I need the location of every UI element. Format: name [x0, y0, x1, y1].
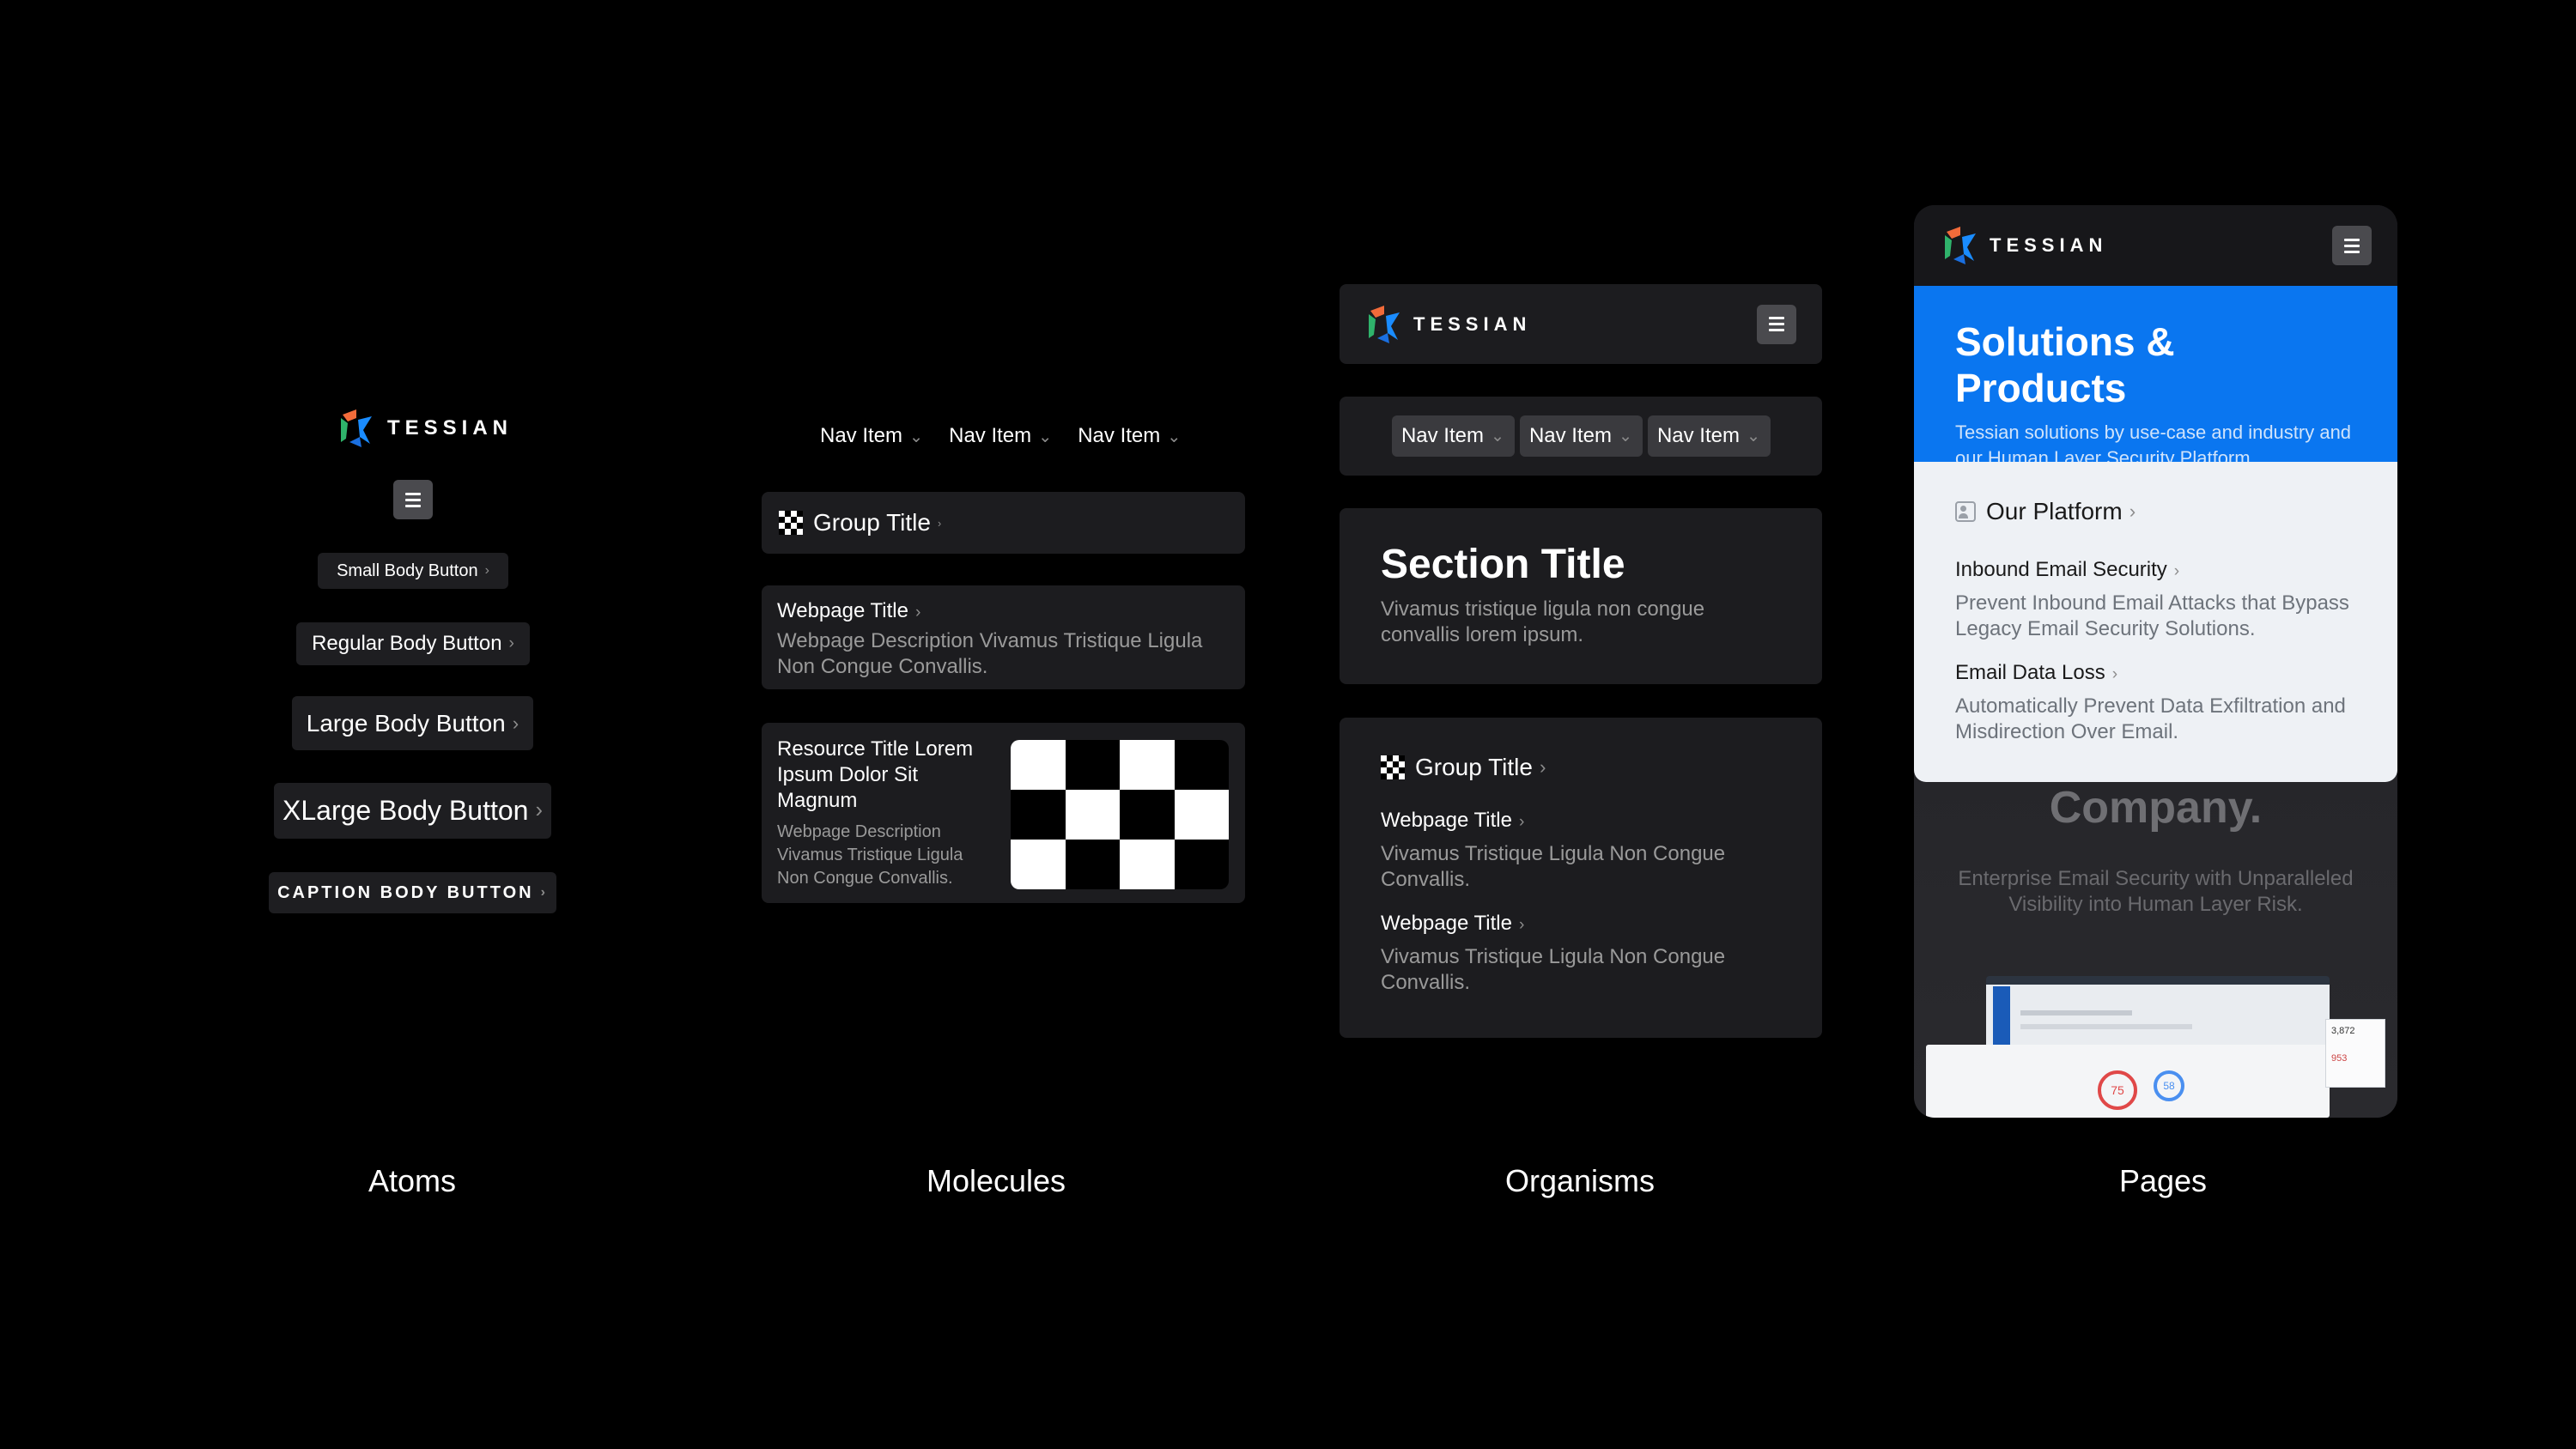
chevron-down-icon: ⌄: [1167, 428, 1182, 446]
menu-item[interactable]: Inbound Email Security › Prevent Inbound …: [1955, 558, 2356, 642]
hamburger-icon: [405, 491, 421, 509]
chevron-right-icon: ›: [484, 563, 489, 578]
menu-button[interactable]: [1757, 304, 1796, 344]
tessian-logo-icon: [1945, 227, 1976, 264]
group-title-molecule[interactable]: Group Title ›: [762, 492, 1245, 554]
menu-item[interactable]: Email Data Loss › Automatically Prevent D…: [1955, 661, 2356, 745]
webpage-title: Webpage Title: [1381, 809, 1512, 832]
small-body-button[interactable]: Small Body Button ›: [318, 553, 508, 589]
chevron-down-icon: ⌄: [1490, 427, 1505, 446]
resource-description: Webpage Description Vivamus Tristique Li…: [777, 822, 963, 888]
nav-item[interactable]: Nav Item ⌄: [949, 424, 1052, 450]
dropdown-menu-panel: Our Platform › Inbound Email Security › Pr…: [1914, 462, 2397, 782]
section-title-organism: Section Title Vivamus tristique ligula n…: [1340, 508, 1822, 684]
caption-body-button[interactable]: CAPTION BODY BUTTON ›: [269, 872, 556, 913]
chevron-down-icon: ⌄: [1746, 427, 1761, 446]
webpage-description: Vivamus Tristique Ligula Non Congue Conv…: [1381, 842, 1726, 891]
atoms-label: Atoms: [368, 1163, 457, 1198]
platform-title: Our Platform: [1986, 498, 2123, 524]
hamburger-icon: [2344, 237, 2360, 255]
dashboard-gauge: 75: [2098, 1070, 2137, 1110]
nav-item[interactable]: Nav Item ⌄: [1519, 415, 1643, 457]
chevron-down-icon: ⌄: [909, 428, 924, 446]
hamburger-icon: [1769, 315, 1784, 333]
chevron-right-icon: ›: [2129, 500, 2136, 522]
chevron-down-icon: ⌄: [1038, 428, 1053, 446]
dashboard-gauge: 58: [2154, 1070, 2184, 1101]
organism-header: TESSIAN: [1340, 284, 1822, 364]
resource-title: Resource Title Lorem Ipsum Dolor Sit Mag…: [777, 737, 974, 812]
chevron-right-icon: ›: [1519, 813, 1525, 831]
list-item[interactable]: Webpage Title › Vivamus Tristique Ligula …: [1381, 809, 1781, 893]
chevron-right-icon: ›: [2111, 665, 2118, 683]
background-heading: Company.: [2049, 783, 2263, 833]
xlarge-body-button[interactable]: XLarge Body Button ›: [274, 783, 551, 839]
nav-item[interactable]: Nav Item ⌄: [820, 424, 923, 450]
chevron-right-icon: ›: [535, 798, 543, 822]
group-list-organism: Group Title › Webpage Title › Vivamus Tris…: [1340, 718, 1822, 1038]
menu-item-title: Email Data Loss: [1955, 661, 2105, 684]
tessian-logo: TESSIAN: [1365, 304, 1531, 345]
nav-item[interactable]: Nav Item ⌄: [1078, 424, 1181, 450]
chevron-right-icon: ›: [937, 516, 942, 530]
webpage-link-molecule[interactable]: Webpage Title › Webpage Description Vivam…: [762, 585, 1245, 689]
chevron-right-icon: ›: [915, 603, 921, 621]
group-title: Group Title: [1415, 754, 1533, 780]
webpage-title: Webpage Title: [777, 599, 908, 622]
chevron-right-icon: ›: [1519, 916, 1525, 934]
menu-item-description: Automatically Prevent Data Exfiltration …: [1955, 694, 2346, 743]
pages-label: Pages: [2118, 1163, 2208, 1198]
menu-item-title: Inbound Email Security: [1955, 558, 2167, 581]
molecule-nav-bar: Nav Item ⌄ Nav Item ⌄ Nav Item ⌄: [820, 424, 1189, 450]
group-heading[interactable]: Group Title ›: [1381, 754, 1781, 781]
tessian-logo: TESSIAN: [337, 408, 513, 449]
group-title: Group Title: [813, 509, 931, 536]
section-title: Section Title: [1381, 542, 1625, 587]
page-hero: Solutions & Products Tessian solutions b…: [1914, 286, 2397, 469]
chevron-right-icon: ›: [540, 885, 548, 900]
nav-item[interactable]: Nav Item ⌄: [1647, 415, 1771, 457]
resource-thumbnail: [1011, 740, 1229, 889]
section-description: Vivamus tristique ligula non congue conv…: [1381, 597, 1705, 646]
hero-title: Solutions & Products: [1955, 319, 2175, 410]
menu-button[interactable]: [393, 480, 433, 519]
chevron-down-icon: ⌄: [1618, 427, 1633, 446]
regular-body-button[interactable]: Regular Body Button ›: [296, 622, 530, 665]
mobile-page-mockup: Company. Enterprise Email Security with …: [1914, 205, 2397, 1118]
list-item[interactable]: Webpage Title › Vivamus Tristique Ligula …: [1381, 912, 1781, 996]
chevron-right-icon: ›: [1539, 756, 1546, 778]
checker-icon: [779, 511, 803, 535]
logo-text: TESSIAN: [1413, 312, 1532, 335]
dashboard-preview: 75 58 3,872 953: [1926, 976, 2385, 1118]
platform-heading[interactable]: Our Platform ›: [1955, 498, 2356, 525]
organism-nav-bar: Nav Item ⌄ Nav Item ⌄ Nav Item ⌄: [1340, 397, 1822, 476]
chevron-right-icon: ›: [2173, 562, 2180, 580]
large-body-button[interactable]: Large Body Button ›: [292, 696, 533, 750]
nav-item[interactable]: Nav Item ⌄: [1391, 415, 1515, 457]
webpage-description: Webpage Description Vivamus Tristique Li…: [777, 629, 1203, 678]
webpage-title: Webpage Title: [1381, 912, 1512, 935]
organisms-label: Organisms: [1504, 1163, 1656, 1198]
webpage-description: Vivamus Tristique Ligula Non Congue Conv…: [1381, 945, 1726, 994]
users-icon: [1955, 501, 1976, 522]
resource-card-molecule[interactable]: Resource Title Lorem Ipsum Dolor Sit Mag…: [762, 723, 1245, 903]
molecules-label: Molecules: [926, 1163, 1066, 1198]
page-header: TESSIAN: [1914, 205, 2397, 286]
tessian-logo-icon: [1369, 305, 1400, 343]
checker-icon: [1381, 755, 1405, 779]
chevron-right-icon: ›: [508, 634, 514, 652]
logo-text: TESSIAN: [1990, 234, 2108, 256]
menu-button[interactable]: [2332, 226, 2372, 265]
logo-text: TESSIAN: [387, 416, 513, 440]
chevron-right-icon: ›: [512, 712, 519, 734]
menu-item-description: Prevent Inbound Email Attacks that Bypas…: [1955, 591, 2349, 640]
background-text: Enterprise Email Security with Unparalle…: [1958, 867, 2354, 916]
tessian-logo-icon: [341, 409, 372, 447]
tessian-logo: TESSIAN: [1941, 225, 2107, 266]
